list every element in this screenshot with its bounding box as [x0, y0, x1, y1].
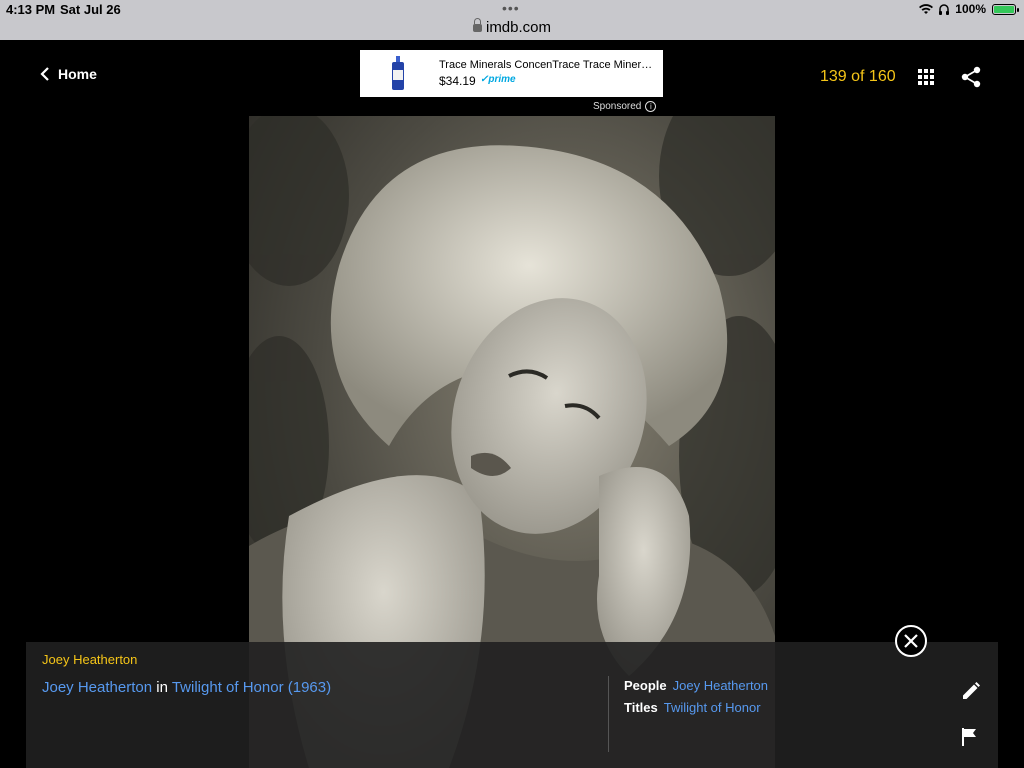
wifi-icon	[919, 3, 934, 14]
prime-badge: ✓prime	[480, 74, 516, 85]
status-time: 4:13 PM	[6, 2, 56, 17]
titles-link[interactable]: Twilight of Honor	[664, 700, 761, 715]
url-text: imdb.com	[485, 19, 552, 36]
chevron-left-icon	[40, 67, 49, 81]
lock-icon	[472, 18, 482, 32]
close-button[interactable]	[895, 625, 927, 657]
people-label: People	[624, 678, 667, 693]
caption-connector: in	[156, 679, 168, 696]
titles-label: Titles	[624, 700, 658, 715]
people-row: People Joey Heatherton	[624, 678, 768, 693]
caption-panel: Joey Heatherton Joey Heatherton in Twili…	[26, 642, 998, 768]
status-indicators: 100%	[919, 2, 1019, 16]
product-bottle-image	[392, 56, 404, 90]
home-back-button[interactable]: Home	[40, 66, 97, 82]
status-bar: 4:13 PM Sat Jul 26 ••• imdb.com 100%	[0, 0, 1024, 40]
sponsored-ad[interactable]: Trace Minerals ConcenTrace Trace Mineral…	[360, 50, 663, 97]
caption-text: Joey Heatherton in Twilight of Honor (19…	[42, 679, 331, 696]
address-bar[interactable]: imdb.com	[0, 18, 1024, 36]
gallery-counter: 139 of 160	[820, 68, 896, 85]
sponsored-label[interactable]: Sponsored i	[593, 101, 657, 112]
titles-row: Titles Twilight of Honor	[624, 700, 761, 715]
headphones-icon	[939, 3, 950, 15]
ad-title: Trace Minerals ConcenTrace Trace Mineral…	[439, 59, 654, 71]
ad-price: $34.19	[439, 74, 476, 88]
multitasking-dots-icon[interactable]: •••	[502, 0, 520, 16]
people-link[interactable]: Joey Heatherton	[673, 678, 768, 693]
grid-icon[interactable]	[918, 69, 934, 85]
edit-icon[interactable]	[962, 682, 980, 700]
title-link[interactable]: Twilight of Honor (1963)	[172, 679, 331, 696]
flag-icon[interactable]	[962, 728, 978, 746]
home-label: Home	[58, 66, 97, 82]
close-icon	[904, 634, 918, 648]
share-icon[interactable]	[960, 66, 982, 88]
person-link[interactable]: Joey Heatherton	[42, 679, 152, 696]
battery-percent: 100%	[955, 2, 986, 16]
info-icon: i	[645, 101, 657, 112]
caption-person-name: Joey Heatherton	[42, 652, 138, 667]
status-date: Sat Jul 26	[60, 2, 121, 17]
battery-icon	[992, 3, 1019, 15]
panel-divider	[608, 676, 609, 752]
